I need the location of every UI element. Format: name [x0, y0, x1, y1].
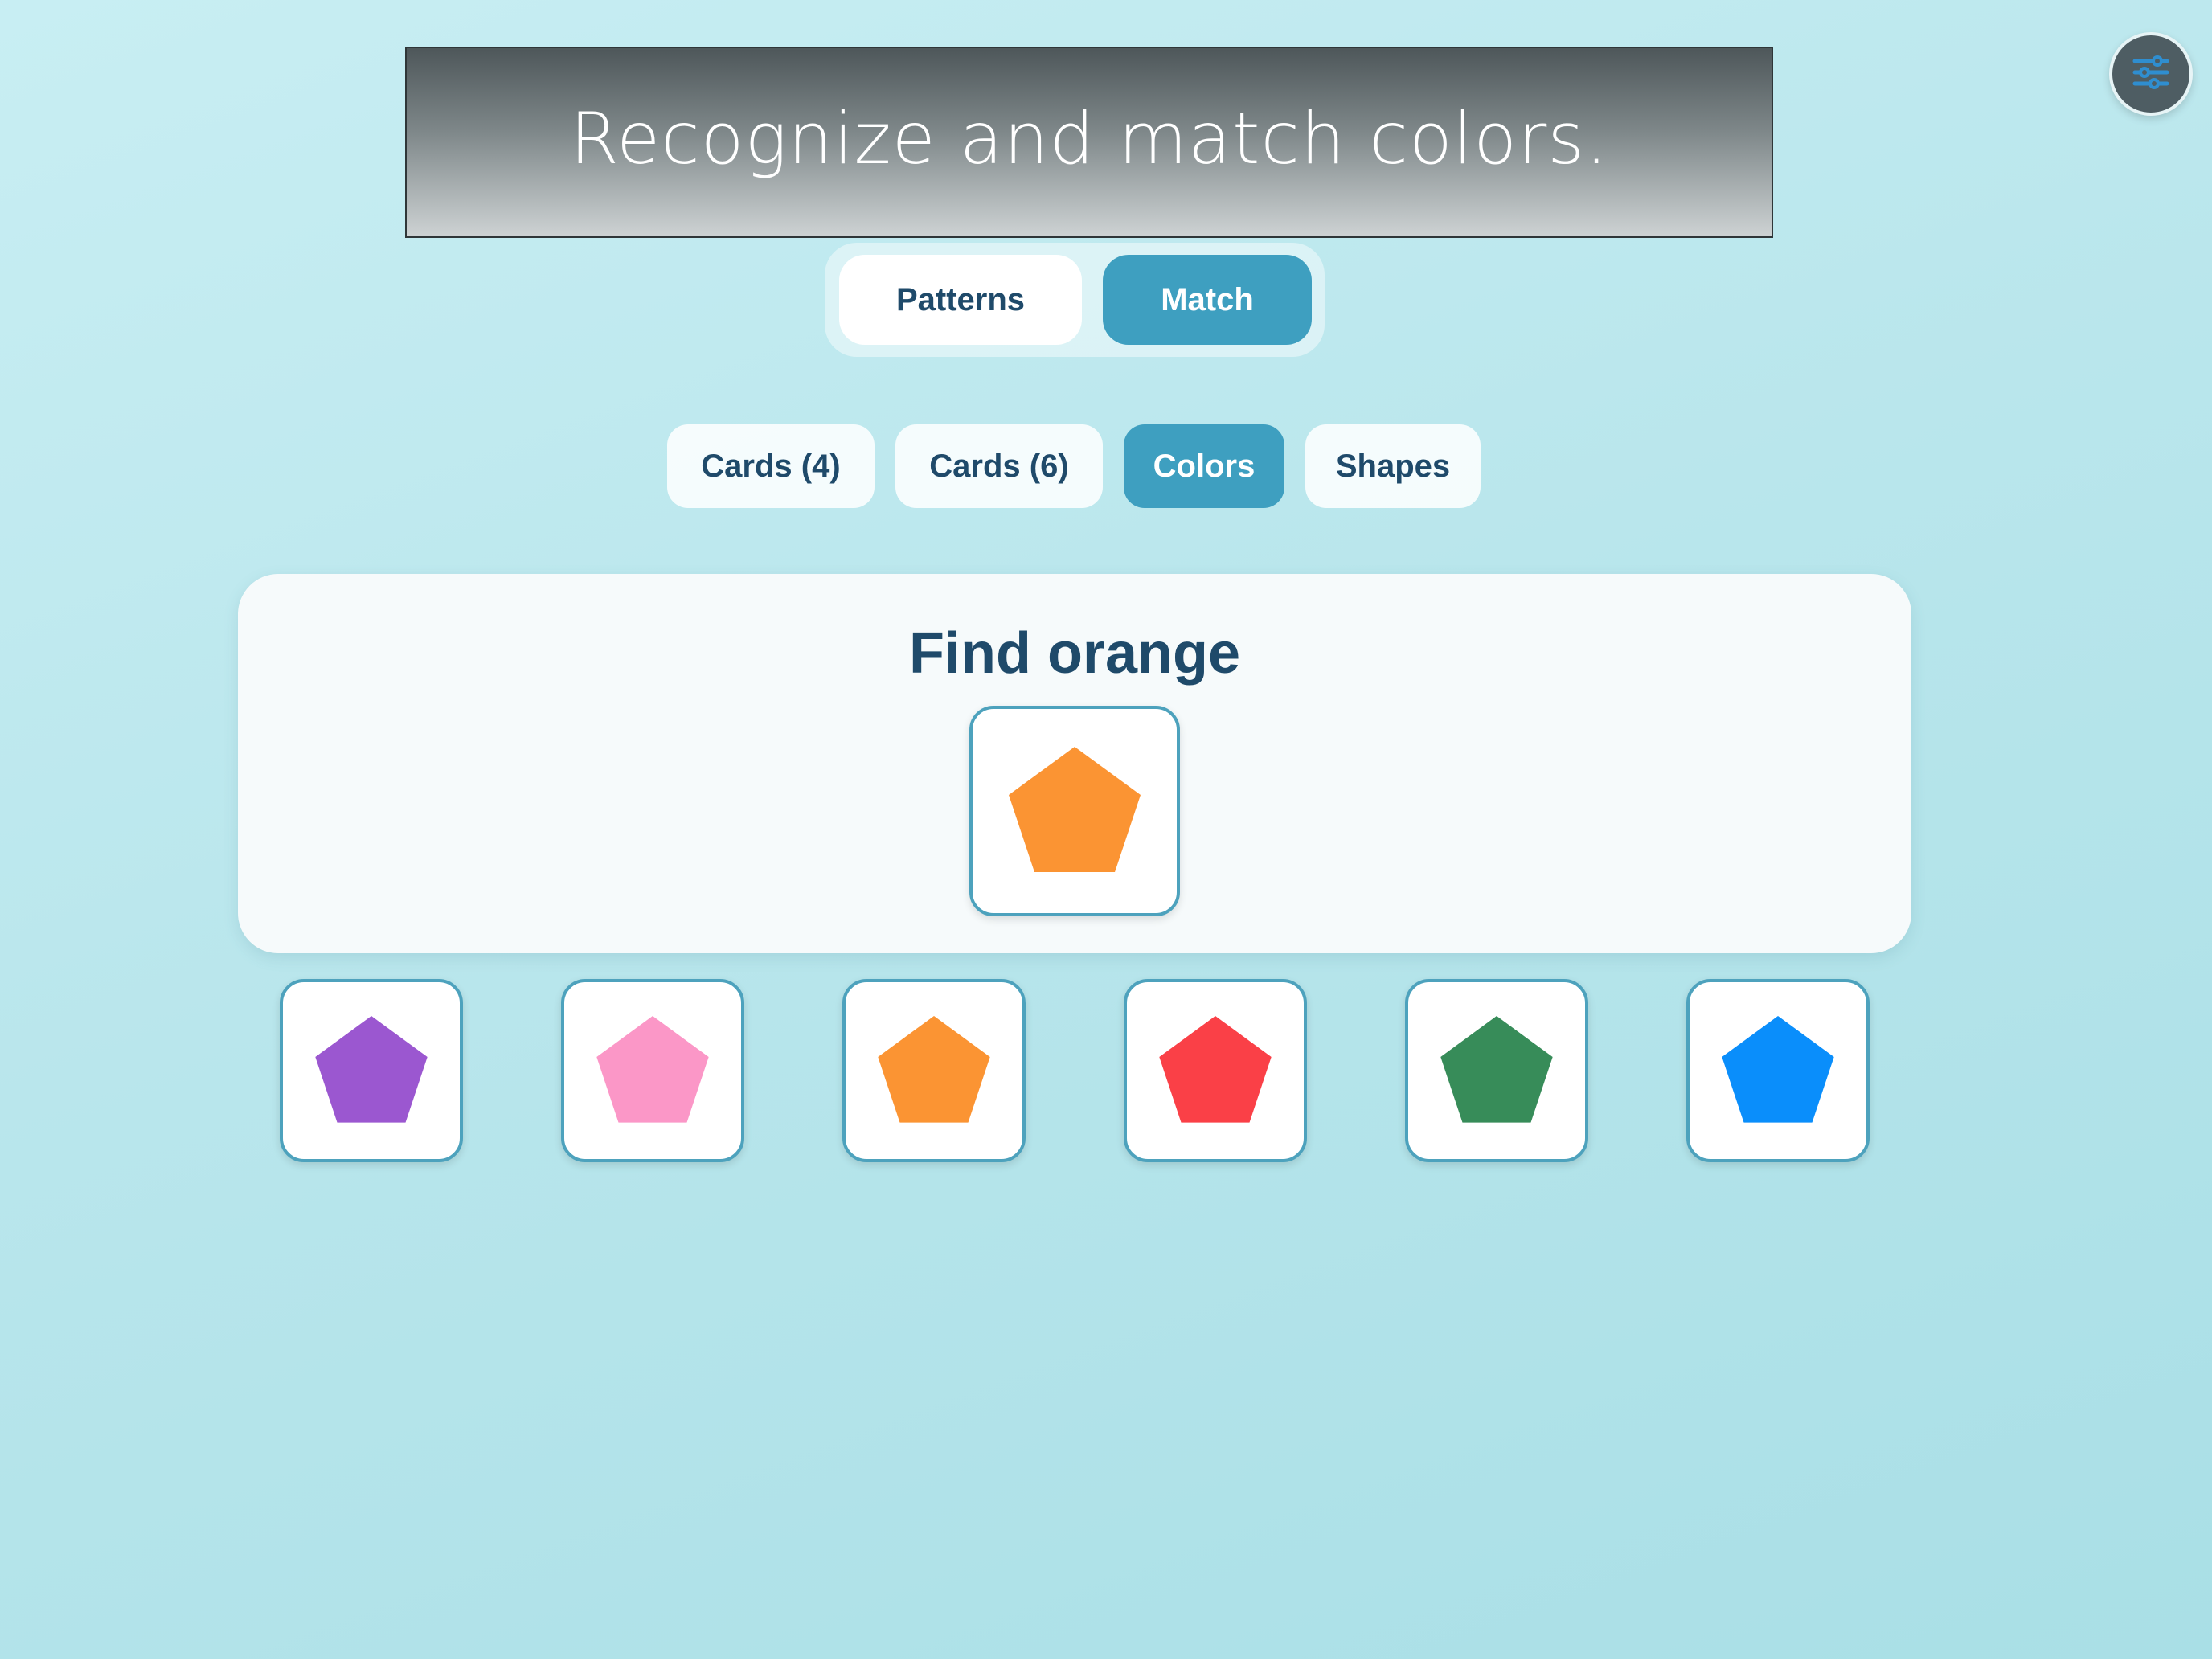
prompt-panel: Find orange — [238, 574, 1911, 953]
option-card-6[interactable] — [1686, 979, 1870, 1162]
tab-shapes[interactable]: Shapes — [1305, 424, 1481, 508]
pentagon-icon — [596, 1016, 709, 1123]
sliders-icon — [2128, 50, 2173, 99]
tab-cards-6[interactable]: Cards (6) — [895, 424, 1103, 508]
pentagon-icon — [1722, 1016, 1834, 1123]
pentagon-icon — [1159, 1016, 1272, 1123]
target-card — [969, 706, 1180, 916]
pentagon-icon — [315, 1016, 428, 1123]
caption-banner: Recognize and match colors. — [405, 47, 1773, 238]
tab-patterns[interactable]: Patterns — [839, 255, 1082, 345]
option-card-5[interactable] — [1405, 979, 1588, 1162]
settings-button[interactable] — [2109, 32, 2193, 116]
option-card-3[interactable] — [842, 979, 1026, 1162]
prompt-title: Find orange — [909, 621, 1240, 686]
tab-cards-4[interactable]: Cards (4) — [667, 424, 875, 508]
pentagon-icon — [878, 1016, 990, 1123]
mode-selector: Patterns Match — [825, 243, 1325, 357]
option-card-2[interactable] — [561, 979, 744, 1162]
caption-text: Recognize and match colors. — [569, 96, 1609, 180]
option-card-4[interactable] — [1124, 979, 1307, 1162]
pentagon-icon — [1440, 1016, 1553, 1123]
pentagon-icon — [1009, 747, 1141, 872]
option-card-1[interactable] — [280, 979, 463, 1162]
tab-match[interactable]: Match — [1103, 255, 1312, 345]
tab-colors[interactable]: Colors — [1124, 424, 1284, 508]
